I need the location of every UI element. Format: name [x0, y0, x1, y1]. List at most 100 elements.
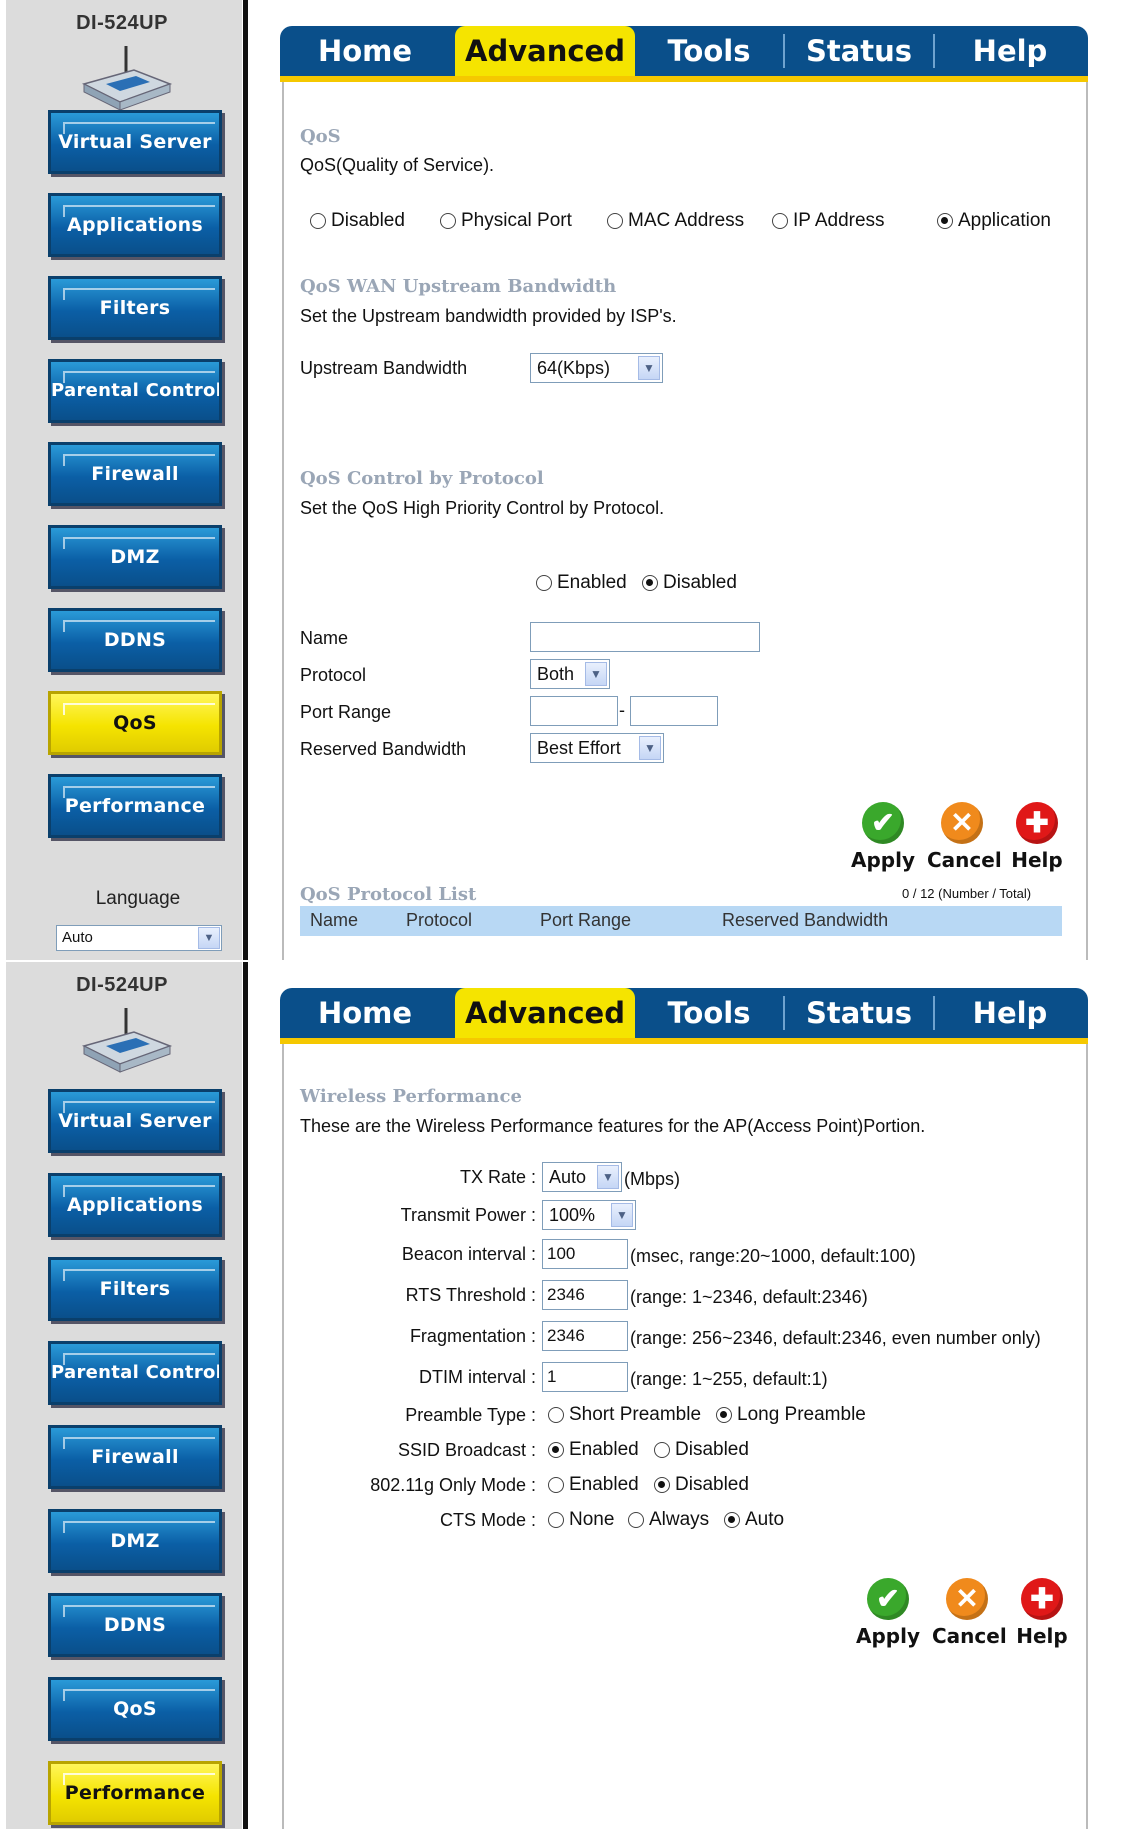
- nav-ddns[interactable]: DDNS: [48, 1593, 222, 1657]
- apply-button[interactable]: ✔ Apply: [848, 802, 918, 872]
- protocol-enabled[interactable]: Enabled: [536, 572, 627, 594]
- radio-selected-icon: [654, 1477, 670, 1493]
- protocol-disabled[interactable]: Disabled: [642, 572, 737, 594]
- nav-virtual-server[interactable]: Virtual Server: [48, 1089, 222, 1153]
- tab-advanced[interactable]: Advanced: [455, 988, 635, 1038]
- nav-qos[interactable]: QoS: [48, 691, 222, 755]
- tx-rate-select[interactable]: Auto ▼: [542, 1162, 622, 1192]
- radio-icon: [654, 1442, 670, 1458]
- radio-selected-icon: [937, 213, 953, 229]
- tab-tools[interactable]: Tools: [635, 26, 783, 76]
- nav-performance[interactable]: Performance: [48, 1761, 222, 1825]
- protocol-label: Protocol: [300, 665, 367, 685]
- tab-home[interactable]: Home: [280, 988, 450, 1038]
- router-icon: [81, 1008, 173, 1073]
- frag-input[interactable]: 2346: [542, 1321, 628, 1351]
- cts-none[interactable]: None: [548, 1509, 614, 1531]
- help-button[interactable]: ✚ Help: [1007, 1578, 1077, 1648]
- nav-label: Firewall: [91, 1446, 179, 1468]
- mode-disabled[interactable]: Disabled: [310, 210, 405, 232]
- sidebar: DI-524UP Virtual Server Applications Fil…: [6, 0, 248, 960]
- port-range-label: Port Range: [300, 702, 392, 722]
- close-icon: ✕: [946, 1578, 988, 1620]
- apply-button[interactable]: ✔ Apply: [853, 1578, 923, 1648]
- wan-title: QoS WAN Upstream Bandwidth: [300, 276, 617, 297]
- mode-application[interactable]: Application: [937, 210, 1051, 232]
- preamble-long[interactable]: Long Preamble: [716, 1404, 866, 1426]
- radio-label: Disabled: [331, 210, 405, 231]
- nav-label: Performance: [64, 795, 206, 817]
- radio-label: Always: [649, 1509, 710, 1530]
- list-header: Name Protocol Port Range Reserved Bandwi…: [300, 906, 1062, 936]
- apply-label: Apply: [855, 1624, 920, 1648]
- language-select[interactable]: Auto ▼: [56, 925, 222, 951]
- qos-screen: DI-524UP Virtual Server Applications Fil…: [0, 0, 1122, 960]
- nav-filters[interactable]: Filters: [48, 276, 222, 340]
- nav-label: Applications: [66, 214, 204, 236]
- tab-home[interactable]: Home: [280, 26, 450, 76]
- nav-label: Firewall: [91, 463, 179, 485]
- protocol-select[interactable]: Both ▼: [530, 659, 610, 689]
- nav-applications[interactable]: Applications: [48, 193, 222, 257]
- gmode-disabled[interactable]: Disabled: [654, 1474, 749, 1496]
- mode-ip-address[interactable]: IP Address: [772, 210, 885, 232]
- cancel-button[interactable]: ✕ Cancel: [932, 1578, 1007, 1648]
- nav-firewall[interactable]: Firewall: [48, 1425, 222, 1489]
- upstream-select[interactable]: 64(Kbps) ▼: [530, 353, 663, 383]
- nav-performance[interactable]: Performance: [48, 774, 222, 838]
- tx-power-select[interactable]: 100% ▼: [542, 1200, 636, 1230]
- ssid-label: SSID Broadcast :: [397, 1440, 536, 1460]
- radio-label: IP Address: [793, 210, 885, 231]
- beacon-input[interactable]: 100: [542, 1239, 628, 1269]
- nav-virtual-server[interactable]: Virtual Server: [48, 110, 222, 174]
- port-start-input[interactable]: [530, 696, 618, 726]
- nav-dmz[interactable]: DMZ: [48, 1509, 222, 1573]
- list-count: 0 / 12 (Number / Total): [902, 886, 1032, 901]
- frag-label: Fragmentation :: [409, 1326, 536, 1346]
- performance-title: Wireless Performance: [300, 1086, 522, 1107]
- protocol-title: QoS Control by Protocol: [300, 468, 544, 489]
- nav-parental-control[interactable]: Parental Control: [48, 359, 222, 423]
- port-end-input[interactable]: [630, 696, 718, 726]
- radio-selected-icon: [724, 1512, 740, 1528]
- dtim-input[interactable]: 1: [542, 1362, 628, 1392]
- nav-ddns[interactable]: DDNS: [48, 608, 222, 672]
- gmode-enabled[interactable]: Enabled: [548, 1474, 639, 1496]
- chevron-down-icon: ▼: [638, 356, 660, 380]
- beacon-label: Beacon interval :: [401, 1244, 536, 1264]
- nav-label: Applications: [66, 1194, 204, 1216]
- cts-auto[interactable]: Auto: [724, 1509, 784, 1531]
- protocol-desc: Set the QoS High Priority Control by Pro…: [300, 498, 665, 518]
- reserved-select[interactable]: Best Effort ▼: [530, 733, 664, 763]
- nav-label: DDNS: [103, 629, 167, 651]
- tab-advanced[interactable]: Advanced: [455, 26, 635, 76]
- cts-always[interactable]: Always: [628, 1509, 709, 1531]
- ssid-disabled[interactable]: Disabled: [654, 1439, 749, 1461]
- rts-input[interactable]: 2346: [542, 1280, 628, 1310]
- tx-rate-label: TX Rate :: [459, 1167, 536, 1187]
- mode-mac-address[interactable]: MAC Address: [607, 210, 744, 232]
- cancel-button[interactable]: ✕ Cancel: [927, 802, 1002, 872]
- mode-physical-port[interactable]: Physical Port: [440, 210, 572, 232]
- tab-status[interactable]: Status: [785, 26, 933, 76]
- top-tabs: Home Advanced Tools Status Help: [280, 988, 1088, 1038]
- nav-qos[interactable]: QoS: [48, 1677, 222, 1741]
- nav-firewall[interactable]: Firewall: [48, 442, 222, 506]
- tab-status[interactable]: Status: [785, 988, 933, 1038]
- chevron-down-icon: ▼: [597, 1165, 619, 1189]
- tab-tools[interactable]: Tools: [635, 988, 783, 1038]
- reserved-value: Best Effort: [537, 738, 621, 758]
- help-button[interactable]: ✚ Help: [1002, 802, 1072, 872]
- nav-filters[interactable]: Filters: [48, 1257, 222, 1321]
- preamble-short[interactable]: Short Preamble: [548, 1404, 701, 1426]
- ssid-enabled[interactable]: Enabled: [548, 1439, 639, 1461]
- tab-help[interactable]: Help: [935, 26, 1085, 76]
- nav-applications[interactable]: Applications: [48, 1173, 222, 1237]
- nav-parental-control[interactable]: Parental Control: [48, 1341, 222, 1405]
- nav-label: Virtual Server: [58, 131, 212, 153]
- name-input[interactable]: [530, 622, 760, 652]
- wan-desc: Set the Upstream bandwidth provided by I…: [300, 306, 677, 326]
- tab-help[interactable]: Help: [935, 988, 1085, 1038]
- chevron-down-icon: ▼: [639, 736, 661, 760]
- nav-dmz[interactable]: DMZ: [48, 525, 222, 589]
